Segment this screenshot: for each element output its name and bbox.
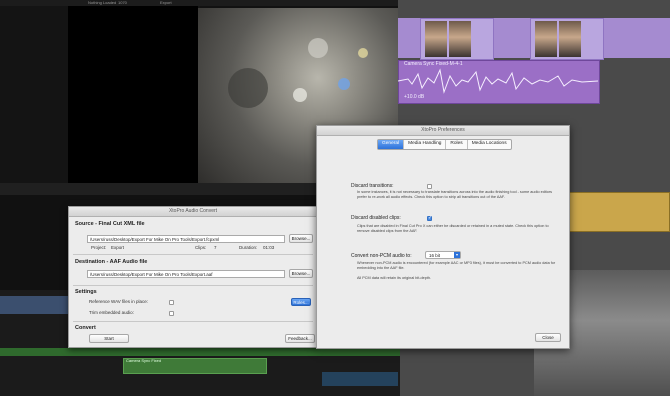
discard-transitions-description: In some instances, it is not necessary t… (357, 190, 553, 199)
trim-audio-label: Trim embedded audio: (89, 310, 134, 315)
discard-transitions-label: Discard transitions: (351, 183, 394, 189)
duration-value: 01:03 (263, 245, 275, 250)
convert-description: Whenever non-PCM audio is encountered (f… (357, 261, 556, 270)
preferences-dialog: XtoPro Preferences General Media Handlin… (316, 125, 570, 349)
discard-disabled-checkbox[interactable] (427, 215, 432, 221)
project-label: Project: (91, 245, 107, 250)
audio-convert-dialog: XtoPro Audio Convert Source - Final Cut … (68, 206, 318, 348)
bit-depth-value: 16 bit (429, 253, 441, 258)
top-strip-label: Export (160, 0, 172, 5)
audio-clip-title: Camera Sync Fixed-M-4-1 (404, 61, 463, 67)
video-clip[interactable] (530, 18, 604, 60)
editor-toolbar (0, 183, 320, 195)
destination-path-field[interactable]: /Users/russ/Desktop/Export For Mike On P… (87, 270, 285, 278)
top-strip-label: Nothing Loaded (88, 0, 117, 5)
project-value: Export (111, 245, 125, 250)
primary-storyline (0, 348, 400, 356)
source-path-field[interactable]: /Users/russ/Desktop/Export For Mike On P… (87, 235, 285, 243)
clip-thumbnail (559, 21, 581, 57)
convert-non-pcm-label: Convert non-PCM audio to: (351, 253, 412, 259)
destination-section-heading: Destination - AAF Audio file (75, 259, 148, 265)
dialog-title: XtoPro Preferences (317, 126, 569, 136)
clip-thumbnail (425, 21, 447, 57)
feedback-button[interactable]: Feedback... (285, 334, 315, 343)
source-section-heading: Source - Final Cut XML file (75, 221, 145, 227)
filmstrip-clip (0, 296, 68, 314)
roles-button[interactable]: Roles... (291, 298, 311, 306)
dialog-title: XtoPro Audio Convert (69, 207, 317, 217)
divider (73, 254, 313, 255)
clip-thumbnail (535, 21, 557, 57)
preferences-tabbar: General Media Handling Roles Media Locat… (377, 139, 512, 150)
chevron-down-icon: ▾ (454, 252, 460, 258)
trim-audio-checkbox[interactable] (169, 311, 174, 316)
discard-disabled-label: Discard disabled clips: (351, 215, 401, 221)
audio-clip-gain: +10.0 dB (404, 94, 425, 100)
source-browse-button[interactable]: Browse... (289, 234, 313, 243)
clip-thumbnail (449, 21, 471, 57)
connected-clip-title: Camera Sync Fixed (126, 358, 162, 363)
tab-general[interactable]: General (378, 140, 405, 149)
tab-roles[interactable]: Roles (446, 140, 468, 149)
audio-waveform (398, 68, 598, 94)
discard-transitions-checkbox[interactable] (427, 184, 432, 189)
convert-section-heading: Convert (75, 325, 96, 331)
top-strip-label: 1070 (118, 0, 127, 5)
clips-label: Clips: (195, 245, 207, 250)
bit-depth-popup[interactable]: 16 bit ▾ (425, 251, 461, 259)
divider (73, 285, 313, 286)
settings-section-heading: Settings (75, 289, 97, 295)
video-clip[interactable] (420, 18, 494, 60)
reference-wav-label: Reference WAV files in place: (89, 299, 149, 304)
discard-disabled-description: Clips that are disabled in Final Cut Pro… (357, 224, 549, 233)
pcm-note: All PCM data will retain its original bi… (357, 276, 432, 280)
reference-wav-checkbox[interactable] (169, 300, 174, 305)
destination-browse-button[interactable]: Browse... (289, 269, 313, 278)
clips-value: 7 (214, 245, 217, 250)
viewer-black (68, 6, 198, 184)
audio-clip-yellow[interactable] (568, 192, 670, 232)
start-button[interactable]: Start (89, 334, 129, 343)
duration-label: Duration: (239, 245, 258, 250)
tab-media-locations[interactable]: Media Locations (468, 140, 511, 149)
close-button[interactable]: Close (535, 333, 561, 342)
tab-media-handling[interactable]: Media Handling (404, 140, 447, 149)
timeline-strip (322, 372, 398, 386)
divider (73, 321, 313, 322)
